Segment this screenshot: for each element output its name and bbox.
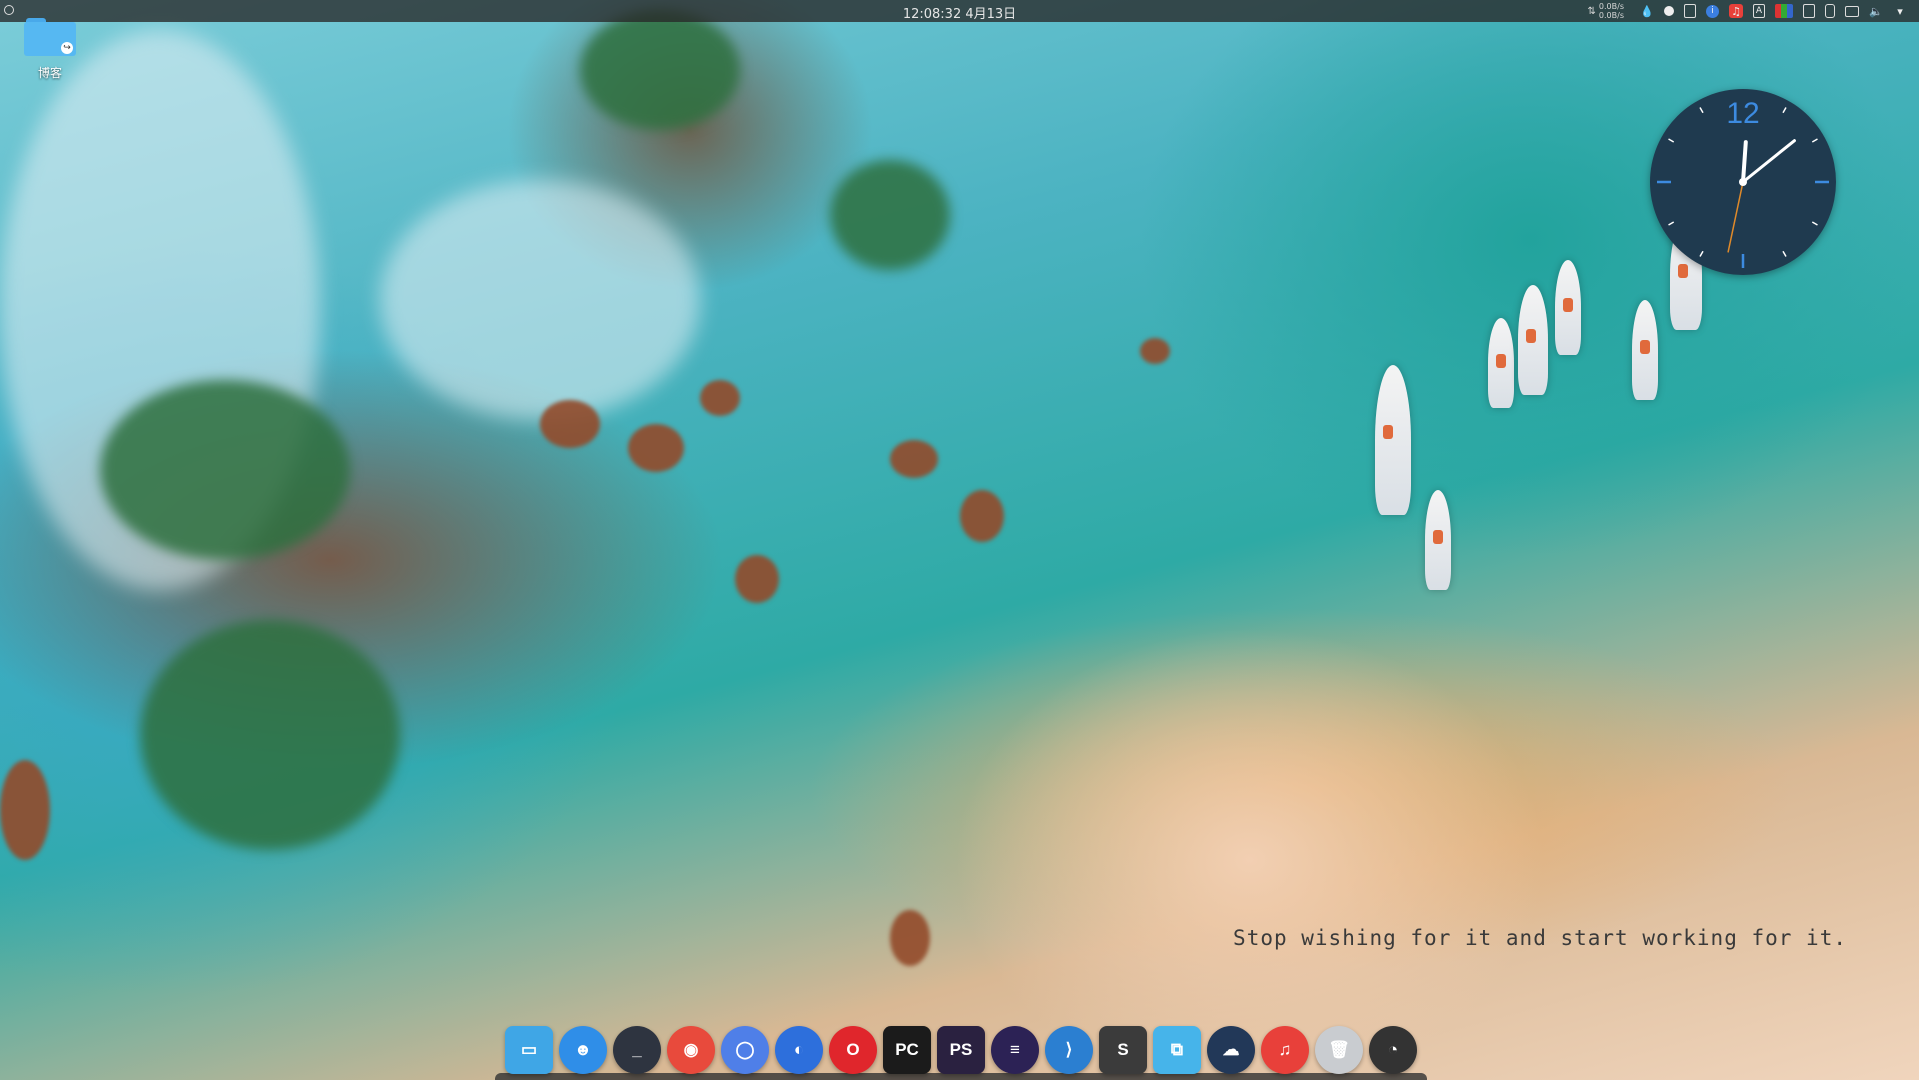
netease-music-icon[interactable]: ♫ [1729, 4, 1743, 18]
trash-icon: 🗑 [1328, 1040, 1350, 1059]
clock-numeral-12: 12 [1726, 97, 1759, 130]
clock-hour-hand [1741, 140, 1748, 184]
clock-center [1739, 178, 1747, 186]
clock-tick [1811, 221, 1818, 226]
dock-item-chromium[interactable]: ◯ [721, 1026, 769, 1074]
vscode-icon: ⟩ [1065, 1040, 1073, 1059]
cloud-app-icon: ☁ [1222, 1040, 1240, 1059]
dock-item-eclipse[interactable]: ≡ [991, 1026, 1039, 1074]
dock-item-file-manager[interactable]: ▭ [505, 1026, 553, 1074]
dock-item-phpstorm[interactable]: PS [937, 1026, 985, 1074]
net-up-speed: 0.0B/s [1598, 2, 1624, 11]
file-manager-icon: ▭ [520, 1040, 538, 1059]
clock-widget[interactable]: 12 [1650, 89, 1836, 275]
clock-minute-hand [1741, 139, 1796, 184]
clock-second-hand [1727, 181, 1744, 253]
clock-face: 12 [1657, 97, 1829, 268]
clock-tick [1782, 107, 1787, 114]
system-tray: ⇅ 0.0B/s 0.0B/s 💧 i ♫ A 🔈 ▾ [1588, 0, 1907, 22]
phpstorm-icon: PS [949, 1040, 973, 1059]
dock-item-sublime-text[interactable]: S [1099, 1026, 1147, 1074]
drop-icon[interactable]: 💧 [1640, 4, 1654, 18]
expand-icon[interactable]: ▾ [1893, 4, 1907, 18]
firefox-icon: ◐ [793, 1040, 805, 1059]
input-method-icon[interactable]: A [1753, 4, 1765, 18]
app-grid-icon[interactable] [1775, 4, 1793, 18]
clock-tick [1668, 138, 1675, 143]
dock-item-netease-music[interactable]: ♫ [1261, 1026, 1309, 1074]
network-speed[interactable]: ⇅ 0.0B/s 0.0B/s [1588, 2, 1624, 20]
opera-icon: O [846, 1040, 860, 1059]
dock-item-vscode[interactable]: ⟩ [1045, 1026, 1093, 1074]
wallpaper [0, 0, 1919, 1080]
folder-link-icon: ↪ [24, 14, 76, 56]
clock-tick [1811, 138, 1818, 143]
top-panel: 12:08:32 4月13日 ⇅ 0.0B/s 0.0B/s 💧 i ♫ A 🔈… [0, 0, 1919, 22]
clock-icon: ◔ [1387, 1040, 1399, 1059]
battery-icon[interactable] [1825, 4, 1835, 18]
dock-item-trash[interactable]: 🗑 [1315, 1026, 1363, 1074]
chrome-icon: ◉ [683, 1040, 699, 1059]
clock-tick [1699, 107, 1704, 114]
dock-item-opera[interactable]: O [829, 1026, 877, 1074]
finder-icon: ☻ [574, 1040, 592, 1059]
info-icon[interactable]: i [1706, 4, 1719, 18]
pycharm-icon: PC [895, 1040, 919, 1059]
desktop-icon-blog[interactable]: ↪ 博客 [22, 14, 78, 81]
net-down-speed: 0.0B/s [1598, 11, 1624, 20]
record-dot-icon[interactable] [1664, 6, 1674, 16]
dock-item-firefox[interactable]: ◐ [775, 1026, 823, 1074]
clipboard-icon[interactable] [1803, 4, 1815, 18]
clock-tick [1699, 250, 1704, 257]
network-arrows-icon: ⇅ [1587, 5, 1596, 17]
workspaces-icon: ⧉ [1170, 1040, 1184, 1059]
dock-item-chrome[interactable]: ◉ [667, 1026, 715, 1074]
dock-item-cloud-app[interactable]: ☁ [1207, 1026, 1255, 1074]
chromium-icon: ◯ [735, 1040, 755, 1059]
dock-item-terminal[interactable]: _ [613, 1026, 661, 1074]
desktop-quote: Stop wishing for it and start working fo… [1233, 926, 1847, 950]
dock-item-clock[interactable]: ◔ [1369, 1026, 1417, 1074]
dock-item-workspaces[interactable]: ⧉ [1153, 1026, 1201, 1074]
terminal-icon: _ [632, 1040, 642, 1059]
clock-tick [1668, 221, 1675, 226]
desktop-icon-label: 博客 [37, 66, 62, 80]
dock-item-pycharm[interactable]: PC [883, 1026, 931, 1074]
netease-music-icon: ♫ [1278, 1040, 1292, 1059]
volume-icon[interactable]: 🔈 [1869, 4, 1883, 18]
clock-tick [1782, 250, 1787, 257]
display-icon[interactable] [1845, 5, 1859, 17]
dock-item-finder[interactable]: ☻ [559, 1026, 607, 1074]
phone-icon[interactable] [1684, 4, 1696, 18]
eclipse-icon: ≡ [1010, 1040, 1020, 1059]
sublime-text-icon: S [1117, 1040, 1129, 1059]
dock: ▭ ☻ _ ◉ ◯ ◐ O PC PS ≡ ⟩ S ⧉ ☁ ♫ 🗑 ◔ [495, 1020, 1427, 1080]
